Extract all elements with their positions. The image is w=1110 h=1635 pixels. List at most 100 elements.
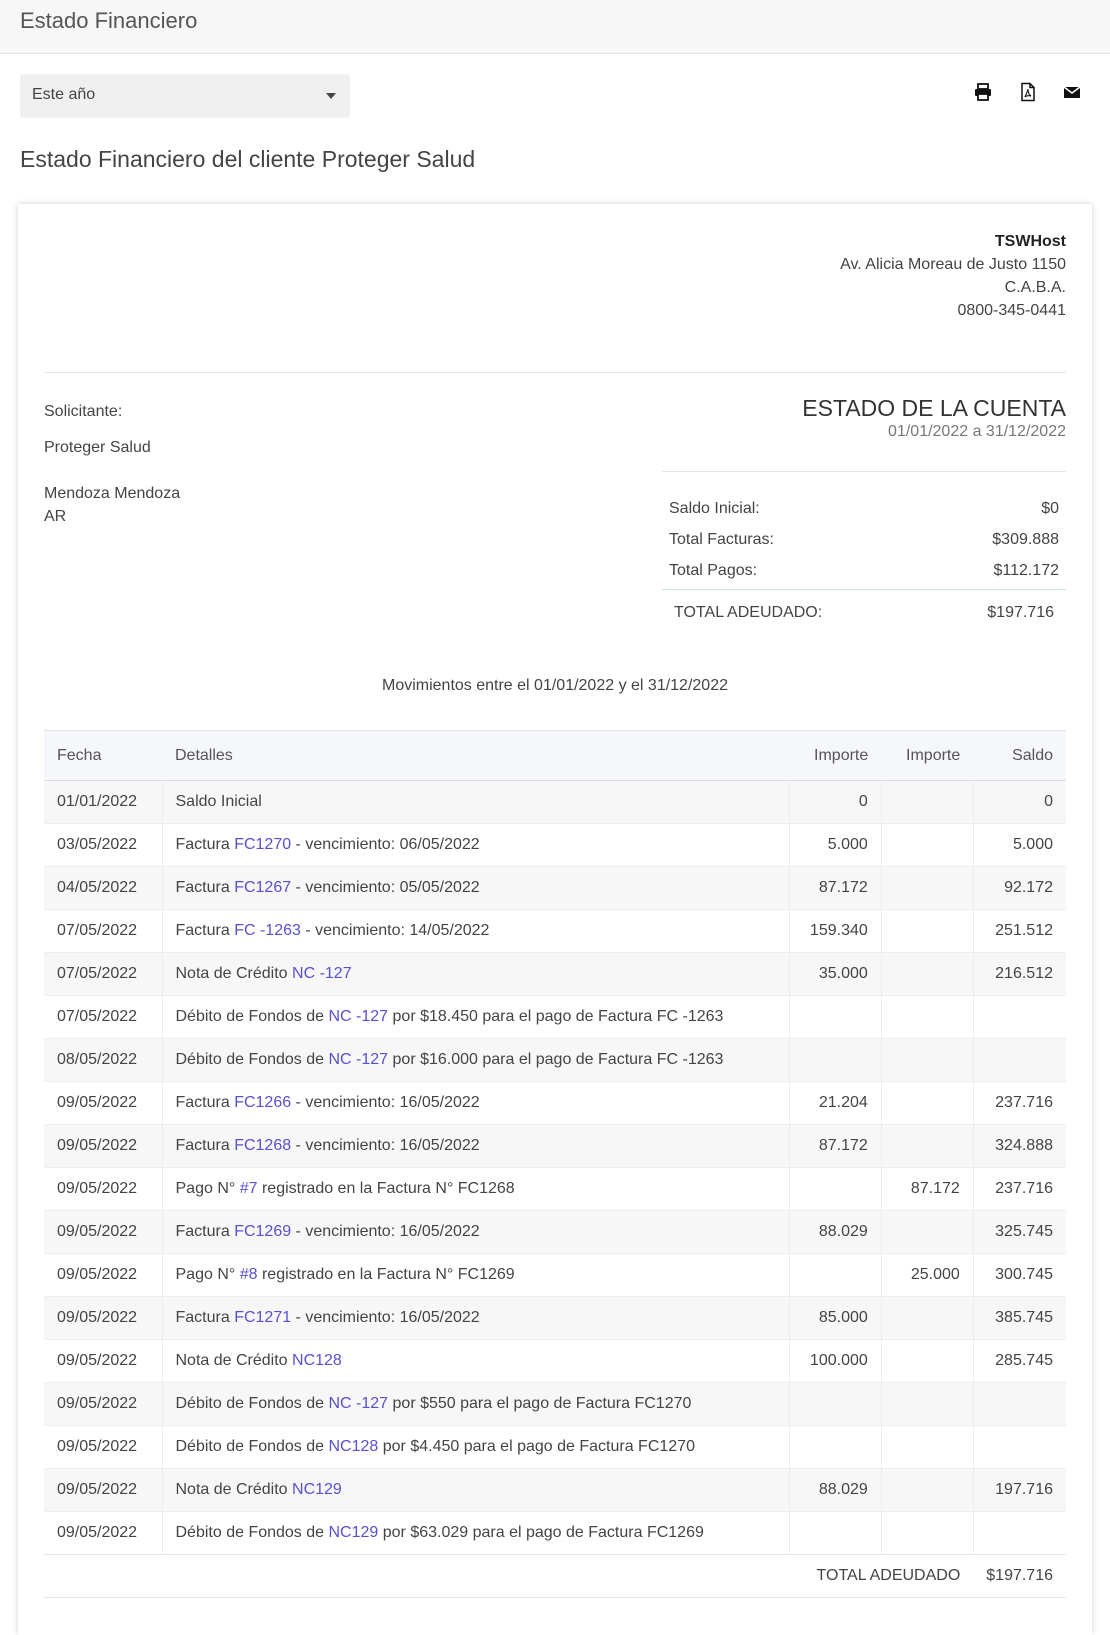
cell-amount-debit [789, 1382, 882, 1426]
document-link[interactable]: NC129 [292, 1481, 342, 1498]
details-text: registrado en la Factura N° FC1269 [257, 1266, 515, 1283]
cell-details: Débito de Fondos de NC -127 por $18.450 … [162, 995, 790, 1039]
details-text: Nota de Crédito [175, 1352, 293, 1369]
summary-value: $309.888 [992, 531, 1059, 548]
table-row: 09/05/2022 Factura FC1266 - vencimiento: … [44, 1081, 1066, 1125]
cell-amount-credit [881, 1382, 974, 1426]
details-text: por $63.029 para el pago de Factura FC12… [378, 1524, 704, 1541]
cell-amount-credit [881, 1425, 974, 1469]
account-title-block: ESTADO DE LA CUENTA 01/01/2022 a 31/12/2… [802, 395, 1066, 441]
actions-toolbar [953, 82, 1082, 102]
cell-balance [973, 1425, 1066, 1469]
summary-row-initial: Saldo Inicial: $0 [662, 494, 1066, 525]
cell-date: 09/05/2022 [44, 1167, 163, 1211]
cell-amount-debit [789, 1167, 882, 1211]
email-icon[interactable] [1062, 82, 1082, 102]
document-link[interactable]: #8 [240, 1266, 258, 1283]
details-text: por $18.450 para el pago de Factura FC -… [388, 1008, 724, 1025]
requester-location: Mendoza Mendoza [44, 485, 181, 502]
cell-amount-debit [789, 1253, 882, 1297]
details-text: Débito de Fondos de [175, 1395, 329, 1412]
table-footer-row: TOTAL ADEUDADO $197.716 [44, 1554, 1066, 1598]
cell-date: 09/05/2022 [44, 1081, 163, 1125]
document-link[interactable]: FC1269 [234, 1223, 291, 1240]
cell-date: 09/05/2022 [44, 1253, 163, 1297]
document-link[interactable]: NC -127 [329, 1008, 389, 1025]
requester-client: Proteger Salud [44, 439, 151, 456]
account-range: 01/01/2022 a 31/12/2022 [888, 423, 1066, 440]
period-select[interactable]: Este año [20, 74, 350, 118]
details-text: registrado en la Factura N° FC1268 [257, 1180, 515, 1197]
document-link[interactable]: NC -127 [329, 1051, 389, 1068]
table-row: 07/05/2022 Nota de Crédito NC -127 35.000 2… [44, 952, 1066, 996]
cell-date: 09/05/2022 [44, 1468, 163, 1512]
table-row: 09/05/2022 Débito de Fondos de NC128 por … [44, 1425, 1066, 1469]
cell-amount-debit: 87.172 [789, 1124, 882, 1168]
summary-label: Total Facturas: [669, 531, 774, 548]
document-link[interactable]: FC1270 [234, 836, 291, 853]
cell-date: 08/05/2022 [44, 1038, 163, 1082]
document-link[interactable]: NC128 [329, 1438, 379, 1455]
cell-amount-credit [881, 780, 974, 824]
details-text: por $4.450 para el pago de Factura FC127… [378, 1438, 695, 1455]
cell-details: Factura FC1269 - vencimiento: 16/05/2022 [162, 1210, 790, 1254]
details-text: Pago N° [175, 1266, 240, 1283]
details-text: Saldo Inicial [175, 793, 262, 810]
cell-amount-credit [881, 995, 974, 1039]
summary-label: Saldo Inicial: [669, 500, 760, 517]
company-city: C.A.B.A. [1004, 279, 1066, 296]
document-link[interactable]: FC1271 [234, 1309, 291, 1326]
details-text: Nota de Crédito [175, 1481, 293, 1498]
cell-details: Pago N° #8 registrado en la Factura N° F… [162, 1253, 790, 1297]
document-link[interactable]: FC1267 [234, 879, 291, 896]
table-row: 07/05/2022 Factura FC -1263 - vencimiento… [44, 909, 1066, 953]
details-text: Nota de Crédito [175, 965, 293, 982]
divider [44, 372, 1066, 373]
summary-label: TOTAL ADEUDADO: [674, 604, 823, 621]
details-text: Factura [175, 1137, 235, 1154]
cell-date: 01/01/2022 [44, 780, 163, 824]
cell-details: Nota de Crédito NC -127 [162, 952, 790, 996]
cell-balance: 216.512 [973, 952, 1066, 996]
document-link[interactable]: #7 [240, 1180, 258, 1197]
cell-balance: 237.716 [973, 1167, 1066, 1211]
requester-country: AR [44, 508, 67, 525]
pdf-icon[interactable] [1018, 82, 1038, 102]
document-link[interactable]: NC129 [329, 1524, 379, 1541]
cell-date: 07/05/2022 [44, 952, 163, 996]
cell-balance: 285.745 [973, 1339, 1066, 1383]
company-name: TSWHost [994, 233, 1066, 250]
cell-date: 09/05/2022 [44, 1382, 163, 1426]
table-row: 09/05/2022 Nota de Crédito NC129 88.029 197… [44, 1468, 1066, 1512]
cell-balance: 385.745 [973, 1296, 1066, 1340]
cell-balance [973, 1382, 1066, 1426]
print-icon[interactable] [973, 82, 993, 102]
cell-amount-debit: 88.029 [789, 1468, 882, 1512]
table-row: 09/05/2022 Pago N° #8 registrado en la Fa… [44, 1253, 1066, 1297]
cell-balance: 325.745 [973, 1210, 1066, 1254]
document-link[interactable]: FC1268 [234, 1137, 291, 1154]
summary-value: $112.172 [993, 562, 1059, 579]
period-select-value: Este año [32, 86, 96, 103]
column-header-date: Fecha [44, 730, 162, 781]
document-link[interactable]: NC -127 [329, 1395, 389, 1412]
details-text: Débito de Fondos de [175, 1051, 329, 1068]
cell-details: Factura FC1271 - vencimiento: 16/05/2022 [162, 1296, 790, 1340]
details-text: - vencimiento: 16/05/2022 [291, 1223, 480, 1240]
cell-amount-debit: 35.000 [789, 952, 882, 996]
cell-amount-credit [881, 1210, 974, 1254]
cell-balance: 251.512 [973, 909, 1066, 953]
main-content: Este año Estado Financiero del cliente P… [0, 54, 1110, 1635]
document-link[interactable]: NC -127 [292, 965, 352, 982]
cell-balance: 92.172 [973, 866, 1066, 910]
document-link[interactable]: FC -1263 [234, 922, 301, 939]
client-heading: Estado Financiero del cliente Proteger S… [20, 146, 476, 172]
cell-date: 09/05/2022 [44, 1339, 163, 1383]
document-link[interactable]: FC1266 [234, 1094, 291, 1111]
footer-total-label: TOTAL ADEUDADO [44, 1554, 974, 1598]
details-text: Factura [175, 922, 235, 939]
cell-date: 09/05/2022 [44, 1425, 163, 1469]
cell-amount-credit [881, 866, 974, 910]
document-link[interactable]: NC128 [292, 1352, 342, 1369]
cell-date: 09/05/2022 [44, 1210, 163, 1254]
